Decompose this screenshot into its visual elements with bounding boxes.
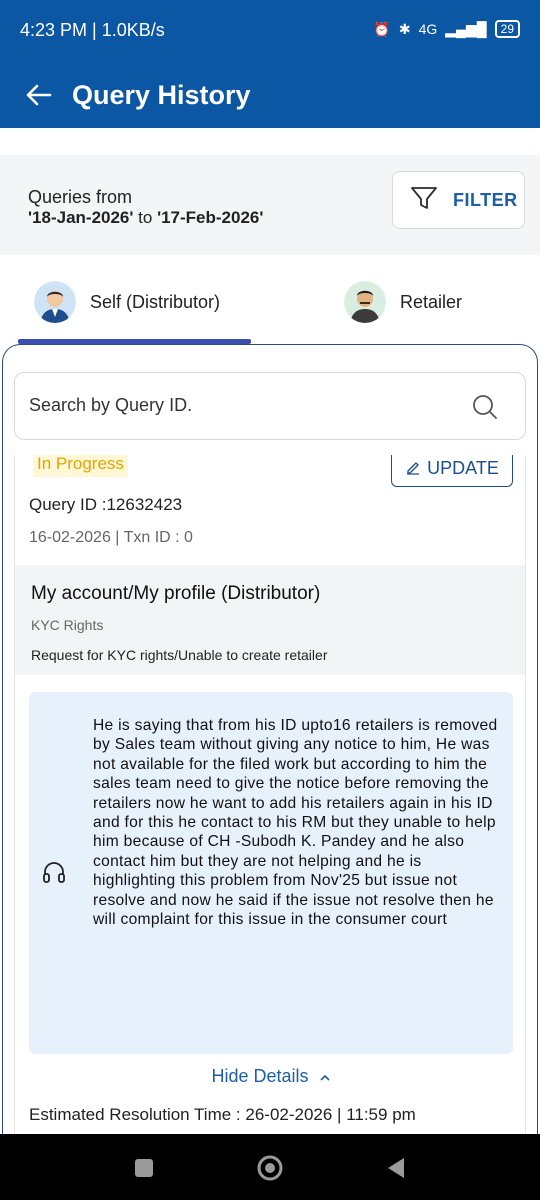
back-triangle-icon[interactable] [382,1154,410,1182]
system-navigation-bar [0,1134,540,1200]
home-icon[interactable] [256,1154,284,1182]
retailer-avatar-icon [344,281,386,323]
tab-label: Self (Distributor) [90,291,221,312]
tab-label: Retailer [400,291,463,312]
category-description: Request for KYC rights/Unable to create … [31,647,328,663]
hide-details-label: Hide Details [211,1065,309,1086]
status-icons: ⏰ ✱ 4G ▂▄▆█ 29 [373,20,520,38]
app-bar: Query History [0,62,540,128]
page-title: Query History [72,79,251,110]
agent-remark-text: He is saying that from his ID upto16 ret… [93,717,498,929]
status-bar: 4:23 PM | 1.0KB/s ⏰ ✱ 4G ▂▄▆█ 29 [0,0,540,62]
hide-details-toggle[interactable]: Hide Details [15,1061,525,1091]
queries-from-label: Queries from [28,187,133,207]
chevron-up-icon [319,1067,331,1086]
tab-retailer[interactable]: Retailer [344,260,462,344]
headset-icon [41,860,67,886]
query-id: Query ID :12632423 [29,495,183,514]
status-badge: In Progress [33,455,128,477]
search-icon[interactable] [471,393,499,421]
tab-bar: Self (Distributor) Retailer [0,260,540,344]
distributor-avatar-icon [34,281,76,323]
funnel-icon [409,183,439,217]
bluetooth-icon: ✱ [398,20,411,37]
date-to: '17-Feb-2026' [157,208,264,227]
back-arrow-icon[interactable] [24,80,54,110]
filter-label: FILTER [453,189,518,210]
category-block: My account/My profile (Distributor) KYC … [15,565,525,675]
battery-icon: 29 [494,20,520,38]
update-button[interactable]: UPDATE [391,455,513,487]
agent-remark-box: He is saying that from his ID upto16 ret… [29,692,513,1054]
recents-icon[interactable] [130,1154,158,1182]
query-card: In Progress UPDATE Query ID :12632423 16… [14,455,526,1135]
estimated-resolution-time: Estimated Resolution Time : 26-02-2026 |… [29,1105,416,1124]
alarm-icon: ⏰ [373,20,391,37]
category-title: My account/My profile (Distributor) [31,583,321,604]
date-range: '18-Jan-2026' to '17-Feb-2026' [28,208,263,228]
filter-button[interactable]: FILTER [392,171,525,229]
edit-icon [405,459,421,479]
category-subtitle: KYC Rights [31,617,104,633]
date-from: '18-Jan-2026' [28,208,134,227]
query-date-txn: 16-02-2026 | Txn ID : 0 [29,529,193,546]
tab-self-distributor[interactable]: Self (Distributor) [34,260,220,344]
status-time: 4:23 PM | 1.0KB/s [20,20,165,40]
search-input[interactable]: Search by Query ID. [14,372,526,440]
query-history-screen: 4:23 PM | 1.0KB/s ⏰ ✱ 4G ▂▄▆█ 29 Query H… [0,0,540,1200]
date-separator: to [133,208,158,227]
search-placeholder: Search by Query ID. [29,395,193,415]
network-label: 4G [418,21,438,37]
signal-icon: ▂▄▆█ [445,20,487,37]
update-label: UPDATE [427,458,499,478]
